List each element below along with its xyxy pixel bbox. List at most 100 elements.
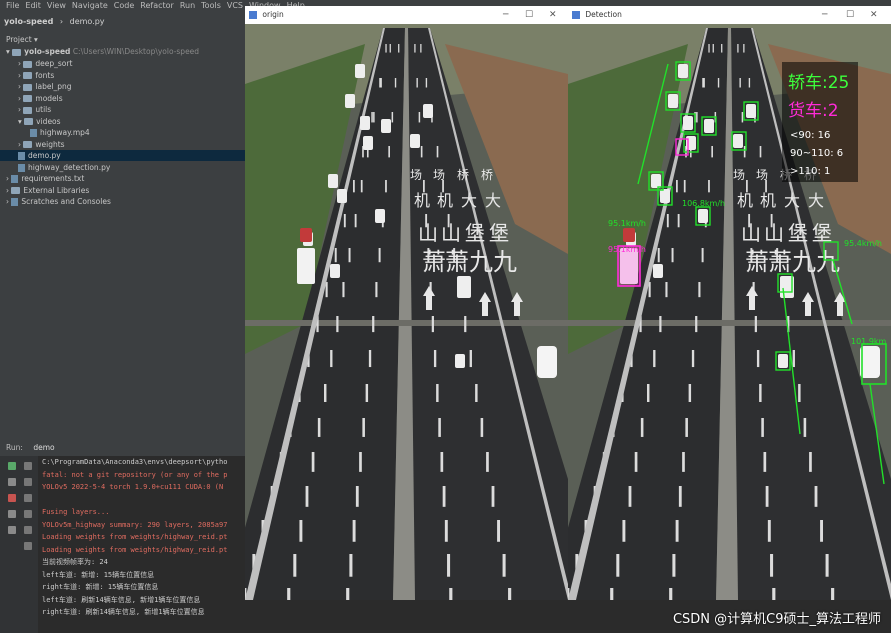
tree-item-highway-detection-py[interactable]: highway_detection.py <box>0 162 245 173</box>
lane-dash <box>640 418 644 437</box>
lane-dash <box>767 520 771 542</box>
lane-dash <box>380 78 382 88</box>
lane-dash <box>469 350 472 368</box>
folder-icon <box>24 118 34 125</box>
road-marking-text: 山 <box>441 221 461 245</box>
layout-icon[interactable] <box>8 510 16 518</box>
file-icon <box>30 129 37 137</box>
maximize-icon[interactable]: ☐ <box>525 6 533 24</box>
tree-item-weights[interactable]: › weights <box>0 139 245 150</box>
road-marking-text: 场 <box>756 168 768 182</box>
lane-dash <box>372 316 375 333</box>
console-line: Loading weights from weights/highway_rei… <box>42 545 228 554</box>
car <box>363 136 373 150</box>
menu-item-code[interactable]: Code <box>114 1 134 10</box>
menu-item-file[interactable]: File <box>6 1 19 10</box>
file-icon <box>11 175 19 183</box>
lane-dash <box>683 180 686 193</box>
lane-dash <box>299 520 303 542</box>
run-tab-demo[interactable]: demo <box>33 443 54 452</box>
menu-item-view[interactable]: View <box>47 1 66 10</box>
nav-project[interactable]: yolo-speed <box>4 17 53 26</box>
lane-dash <box>820 520 824 542</box>
maximize-icon[interactable]: ☐ <box>846 6 854 24</box>
file-icon <box>18 163 25 172</box>
menu-item-tools[interactable]: Tools <box>201 1 221 10</box>
soft-wrap-icon[interactable] <box>24 494 32 502</box>
lane-dash <box>743 44 745 53</box>
minimize-icon[interactable]: ─ <box>503 6 508 24</box>
console-line: fatal: not a git repository (or any of t… <box>42 470 228 479</box>
lane-dash <box>665 282 668 298</box>
lane-dash <box>647 384 650 402</box>
car <box>355 64 365 78</box>
car <box>660 189 670 203</box>
tree-item-requirements-txt[interactable]: › requirements.txt <box>0 173 245 184</box>
console-line: right车道: 刷新14辆车信息, 新增1辆车位置信息 <box>42 608 205 616</box>
lane-dash <box>739 78 741 88</box>
lane-dash <box>475 384 478 402</box>
project-header[interactable]: Project ▾ <box>0 34 245 45</box>
down-arrow-icon[interactable] <box>24 478 32 486</box>
tree-item-label: label_png <box>35 82 72 91</box>
menu-item-navigate[interactable]: Navigate <box>72 1 108 10</box>
tree-item-demo-py[interactable]: demo.py <box>0 150 245 161</box>
tree-item-label: weights <box>35 139 65 149</box>
lane-dash <box>748 78 751 88</box>
lane-dash <box>502 554 506 577</box>
tree-item-label: models <box>35 93 63 103</box>
tree-item-models[interactable]: › models <box>0 93 245 104</box>
stop-icon[interactable] <box>8 494 16 502</box>
close-icon[interactable]: ✕ <box>870 6 878 24</box>
tree-item-utils[interactable]: › utils <box>0 104 245 115</box>
console-line: left车道: 刷新14辆车信息, 新增1辆车位置信息 <box>42 595 201 604</box>
close-icon[interactable]: ✕ <box>549 6 557 24</box>
speed-bin-high: >110: 1 <box>790 166 831 177</box>
menu-item-edit[interactable]: Edit <box>25 1 41 10</box>
tree-item-highway-mp4[interactable]: highway.mp4 <box>0 127 245 138</box>
lane-dash <box>375 282 378 298</box>
folder-icon <box>23 83 33 91</box>
car <box>746 104 756 118</box>
car <box>360 116 370 130</box>
lane-dash <box>678 486 682 507</box>
minimize-icon[interactable]: ─ <box>822 6 827 24</box>
lane-dash <box>334 248 337 263</box>
tree-item-scratches-and-consoles[interactable]: › Scratches and Consoles <box>0 196 245 207</box>
tree-item-label-png[interactable]: › label_png <box>0 81 245 92</box>
up-arrow-icon[interactable] <box>24 462 32 470</box>
tree-item-label: highway_detection.py <box>28 162 111 172</box>
lane-dash <box>659 316 662 333</box>
lane-dash <box>389 44 391 53</box>
pin-icon[interactable] <box>8 526 16 534</box>
menu-item-run[interactable]: Run <box>180 1 195 10</box>
lane-dash <box>497 520 501 542</box>
tree-item-fonts[interactable]: › fonts <box>0 70 245 81</box>
road-marking-text: 堡 <box>489 221 509 245</box>
tree-item-videos[interactable]: ▾ videos <box>0 116 245 127</box>
origin-video-frame: 场场桥桥机机大大山山堡堡萧萧九九 <box>245 24 568 600</box>
rerun-icon[interactable] <box>8 462 16 470</box>
tree-item-deep-sort[interactable]: › deep_sort <box>0 58 245 69</box>
lane-dash <box>648 282 651 298</box>
lane-dash <box>653 350 656 368</box>
scroll-end-icon[interactable] <box>24 510 32 518</box>
lane-dash <box>708 180 710 193</box>
menu-item-refactor[interactable]: Refactor <box>140 1 174 10</box>
tree-item-external-libraries[interactable]: › External Libraries <box>0 185 245 196</box>
trash-icon[interactable] <box>24 542 32 550</box>
road-marking-text: 萧 <box>768 248 792 276</box>
menu-item-vcs[interactable]: VCS <box>227 1 243 10</box>
wrench-icon[interactable] <box>8 478 16 486</box>
road-marking-text: 大 <box>808 191 824 210</box>
detection-titlebar: Detection ─ ☐ ✕ <box>568 6 891 24</box>
speed-bin-low: <90: 16 <box>790 130 831 141</box>
console-line: Loading weights from weights/highway_rei… <box>42 533 228 541</box>
speed-bin-mid: 90~110: 6 <box>790 148 844 159</box>
tree-root[interactable]: ▾ yolo-speed C:\Users\WIN\Desktop\yolo-s… <box>0 46 245 57</box>
lane-dash <box>480 418 484 437</box>
lane-dash <box>756 350 760 368</box>
print-icon[interactable] <box>24 526 32 534</box>
nav-file[interactable]: demo.py <box>70 17 105 26</box>
road-marking-text: 萧 <box>422 248 446 276</box>
